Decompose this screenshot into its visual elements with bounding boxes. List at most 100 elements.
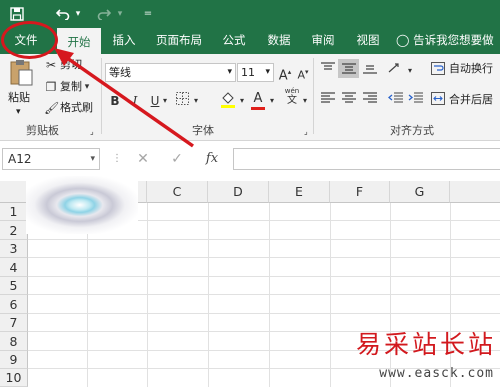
row-header[interactable]: 9	[0, 351, 28, 369]
increase-indent-button[interactable]	[406, 92, 424, 108]
shrink-font-button[interactable]: A▾	[296, 64, 310, 84]
decrease-indent-button[interactable]	[386, 92, 404, 108]
phonetic-guide-button[interactable]: wén 文	[283, 87, 301, 106]
align-right-button[interactable]	[361, 92, 379, 108]
bold-button[interactable]: B	[108, 93, 122, 109]
title-bar: ▾ ▾ =	[0, 0, 500, 28]
column-header[interactable]: E	[269, 181, 330, 203]
select-all-corner[interactable]	[0, 181, 28, 203]
italic-button[interactable]: I	[128, 93, 142, 109]
undo-icon[interactable]	[52, 0, 74, 28]
divider	[101, 58, 102, 134]
cancel-icon[interactable]: ✕	[134, 151, 152, 167]
copy-button[interactable]: 复制	[60, 79, 82, 95]
ribbon-home: 粘贴 ▾ ✂ 剪切 ❐ 复制 ▾ 🖌 格式刷 剪贴板 ⌟ 等线 ▾ 11 ▾ A…	[0, 54, 500, 141]
font-size-select[interactable]: 11 ▾	[237, 63, 274, 82]
tell-me-text: 告诉我您想要做	[413, 33, 494, 47]
gridline	[28, 276, 500, 277]
align-bottom-icon	[363, 65, 377, 74]
align-left-button[interactable]	[319, 92, 337, 108]
font-color-button[interactable]: A	[250, 90, 266, 110]
fill-color-button[interactable]	[219, 91, 237, 112]
ribbon-tabs: 文件 开始 插入 页面布局 公式 数据 审阅 视图 ◯ 告诉我您想要做	[0, 28, 500, 54]
gridline	[28, 239, 500, 240]
align-right-icon	[363, 92, 377, 103]
tab-review[interactable]: 审阅	[303, 28, 343, 54]
font-name-select[interactable]: 等线 ▾	[105, 63, 236, 82]
row-header[interactable]: 7	[0, 314, 28, 332]
align-bottom-button[interactable]	[361, 62, 379, 78]
align-middle-icon	[341, 63, 356, 74]
borders-dropdown-icon[interactable]: ▾	[192, 93, 200, 109]
row-header[interactable]: 6	[0, 295, 28, 314]
chevron-down-icon: ▾	[227, 67, 232, 77]
row-header[interactable]: 1	[0, 203, 28, 221]
align-top-button[interactable]	[319, 62, 337, 78]
gridline	[269, 203, 270, 387]
redo-dropdown-icon[interactable]: ▾	[114, 0, 126, 28]
enter-icon[interactable]: ✓	[168, 151, 186, 167]
tab-insert[interactable]: 插入	[104, 28, 144, 54]
row-header[interactable]: 2	[0, 221, 28, 240]
format-painter-button[interactable]: 格式刷	[60, 100, 93, 116]
row-header[interactable]: 10	[0, 369, 28, 387]
clipboard-launcher-icon[interactable]: ⌟	[90, 124, 94, 140]
tell-me-box[interactable]: ◯ 告诉我您想要做	[396, 28, 500, 54]
paste-button[interactable]: 粘贴 ▾	[6, 56, 36, 118]
column-header[interactable]: D	[208, 181, 269, 203]
gridline	[330, 203, 331, 387]
alignment-group-label: 对齐方式	[390, 124, 434, 137]
tab-home[interactable]: 开始	[57, 28, 101, 54]
clipboard-group-label: 剪贴板	[26, 124, 59, 137]
tab-view[interactable]: 视图	[347, 28, 389, 54]
customize-qat-icon[interactable]: =	[141, 0, 155, 28]
orientation-button[interactable]	[386, 62, 406, 78]
divider	[313, 58, 314, 134]
font-launcher-icon[interactable]: ⌟	[304, 124, 308, 140]
paste-icon	[10, 60, 33, 86]
name-box[interactable]: A12 ▾	[2, 148, 100, 170]
increase-indent-icon	[408, 92, 423, 103]
redo-icon[interactable]	[93, 0, 115, 28]
font-color-icon: A	[253, 91, 263, 106]
column-header-h[interactable]	[450, 181, 500, 203]
row-header[interactable]: 4	[0, 258, 28, 277]
format-painter-icon: 🖌	[44, 101, 60, 115]
underline-dropdown-icon[interactable]: ▾	[161, 93, 169, 109]
grow-font-button[interactable]: A▴	[278, 64, 292, 84]
fill-color-dropdown-icon[interactable]: ▾	[238, 93, 246, 109]
borders-button[interactable]	[174, 92, 190, 109]
row-header[interactable]: 8	[0, 332, 28, 351]
column-header[interactable]: G	[390, 181, 450, 203]
chevron-down-icon: ▾	[90, 154, 95, 164]
copy-dropdown-icon[interactable]: ▾	[82, 79, 92, 95]
merge-center-button[interactable]: 合并后居	[449, 92, 493, 108]
align-center-button[interactable]	[340, 92, 358, 108]
undo-dropdown-icon[interactable]: ▾	[72, 0, 84, 28]
insert-function-icon[interactable]: fx	[201, 151, 223, 167]
tab-page-layout[interactable]: 页面布局	[148, 28, 210, 54]
paste-dropdown-icon: ▾	[16, 107, 21, 117]
row-header[interactable]: 5	[0, 277, 28, 295]
formula-bar-grip-icon: ⋮	[112, 153, 122, 164]
formula-input[interactable]	[233, 148, 500, 170]
highlight-circle	[1, 21, 58, 59]
gridline	[28, 257, 500, 258]
watermark-url: www.easck.com	[379, 366, 494, 381]
row-header[interactable]: 3	[0, 240, 28, 258]
borders-icon	[175, 92, 189, 105]
cut-button[interactable]: 剪切	[60, 57, 82, 73]
orientation-dropdown-icon[interactable]: ▾	[406, 63, 414, 79]
decorative-swirl-image	[26, 176, 138, 234]
tab-formulas[interactable]: 公式	[214, 28, 254, 54]
phonetic-dropdown-icon[interactable]: ▾	[301, 93, 309, 109]
tab-data[interactable]: 数据	[258, 28, 300, 54]
font-size-value: 11	[241, 66, 255, 79]
column-header[interactable]: C	[147, 181, 208, 203]
font-color-dropdown-icon[interactable]: ▾	[268, 93, 276, 109]
underline-button[interactable]: U	[148, 93, 162, 109]
column-header[interactable]: F	[330, 181, 390, 203]
wrap-text-button[interactable]: 自动换行	[449, 61, 493, 77]
align-middle-button[interactable]	[338, 59, 359, 78]
shrink-font-icon: A	[297, 68, 305, 82]
